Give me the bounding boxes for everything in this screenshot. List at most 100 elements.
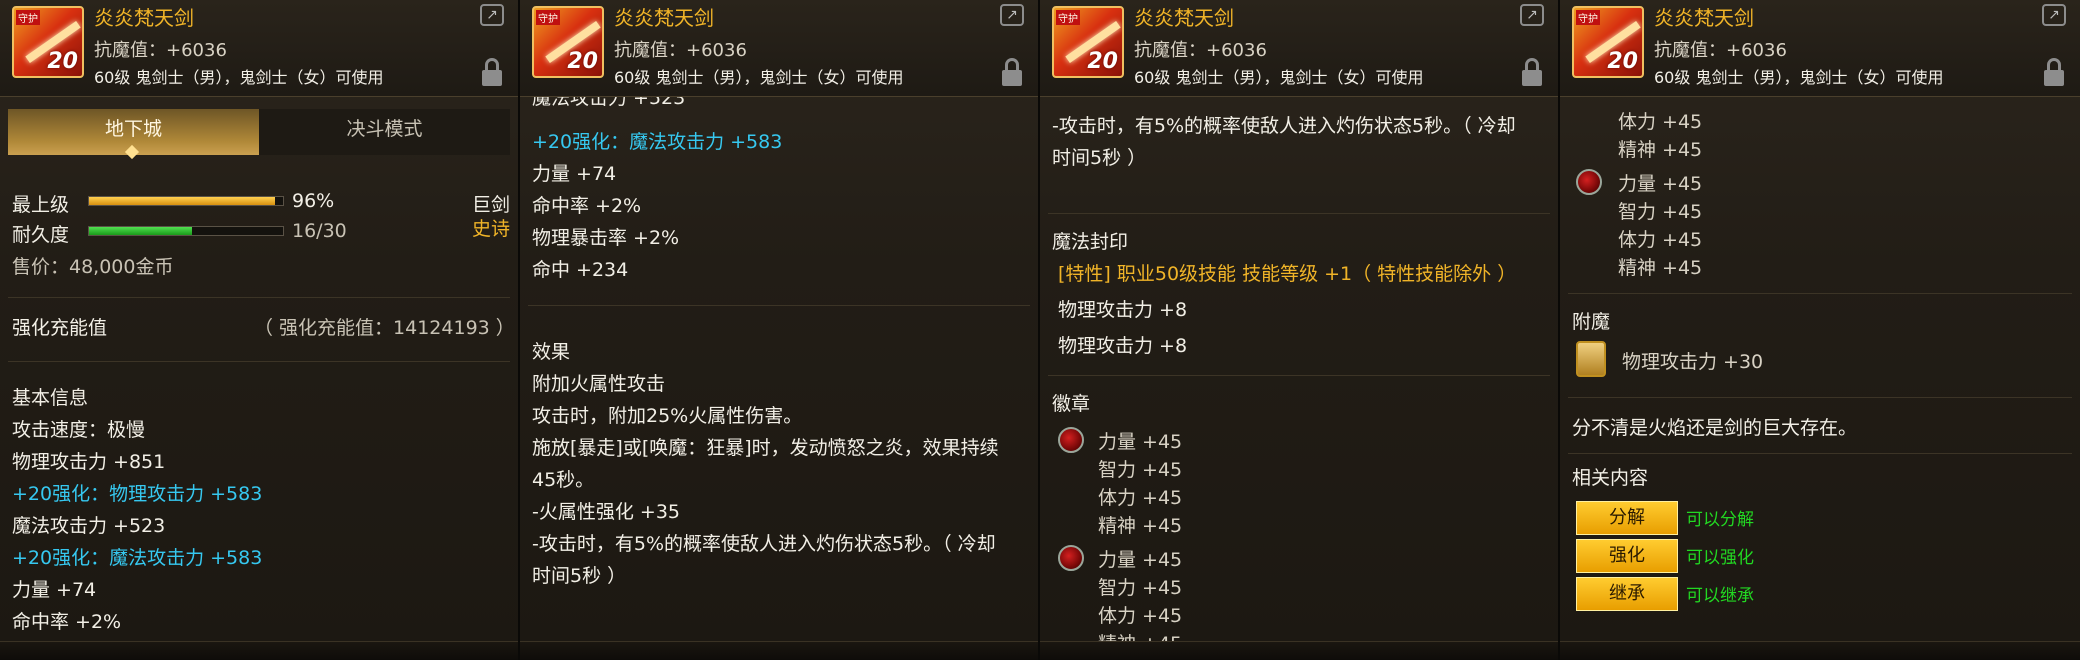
job-restriction: 60级 鬼剑士（男），鬼剑士（女）可使用 — [1654, 68, 1944, 87]
hit: 命中 +234 — [532, 259, 629, 281]
effect-line: 施放[暴走]或[唤魔：狂暴]时，发动愤怒之炎，效果持续 — [532, 437, 999, 459]
charge-value: （ 强化充能值：14124193 ） — [254, 317, 515, 339]
lock-icon[interactable] — [1002, 58, 1022, 86]
icon-tag: 守护 — [16, 10, 40, 25]
effect-title: 效果 — [532, 341, 571, 363]
emblem-stat: 体力 +45 — [1618, 229, 1703, 251]
emblem-stat: 精神 +45 — [1098, 629, 1182, 642]
hit-rate: 命中率 +2% — [12, 611, 122, 633]
enchant-title: 附魔 — [1572, 311, 1611, 333]
basic-info-title: 基本信息 — [12, 387, 89, 409]
emblem-stat: 体力 +45 — [1618, 111, 1703, 133]
inherit-button[interactable]: 继承 — [1576, 577, 1678, 611]
item-header: 守护 20 炎炎梵天剑 抗魔值：+6036 60级 鬼剑士（男），鬼剑士（女）可… — [1560, 0, 2080, 97]
item-header: 守护 20 炎炎梵天剑 抗魔值：+6036 60级 鬼剑士（男），鬼剑士（女）可… — [0, 0, 518, 97]
share-icon[interactable]: ↗ — [2042, 4, 2066, 26]
mag-atk-enhance: +20强化：魔法攻击力 +583 — [532, 131, 783, 153]
grade-label: 最上级 — [12, 194, 70, 216]
tab-duel[interactable]: 决斗模式 — [259, 109, 510, 155]
mode-tabs: 地下城 决斗模式 — [8, 109, 510, 160]
seal-title: 魔法封印 — [1052, 231, 1129, 253]
phys-atk: 物理攻击力 +851 — [12, 451, 166, 473]
effect-line: -攻击时，有5%的概率使敌人进入灼伤状态5秒。（ 冷却 — [1052, 115, 1516, 137]
effect-line: 时间5秒 ） — [532, 565, 627, 587]
enhance-level-badge: 20 — [567, 49, 598, 74]
item-icon: 守护 20 — [1052, 6, 1124, 78]
share-icon[interactable]: ↗ — [1000, 4, 1024, 26]
emblem-stat: 智力 +45 — [1618, 201, 1703, 223]
enhance-level-badge: 20 — [47, 49, 78, 74]
job-restriction: 60级 鬼剑士（男），鬼剑士（女）可使用 — [614, 68, 904, 87]
action-desc: 可以强化 — [1686, 548, 1754, 568]
emblem-stat: 智力 +45 — [1098, 577, 1183, 599]
icon-tag: 守护 — [536, 10, 560, 25]
sell-price: 售价：48,000金币 — [12, 256, 174, 278]
action-desc: 可以继承 — [1686, 586, 1754, 606]
divider — [528, 305, 1030, 306]
disassemble-button[interactable]: 分解 — [1576, 501, 1678, 535]
item-name: 炎炎梵天剑 — [614, 6, 714, 30]
divider — [1048, 375, 1550, 376]
seal-stat: 物理攻击力 +8 — [1058, 335, 1188, 357]
emblem-stat: 力量 +45 — [1098, 431, 1183, 453]
enchant-card-icon — [1576, 341, 1606, 377]
anti-magic-value: 抗魔值：+6036 — [94, 40, 227, 61]
action-desc: 可以分解 — [1686, 510, 1754, 530]
emblem-stat: 体力 +45 — [1098, 487, 1183, 509]
job-restriction: 60级 鬼剑士（男），鬼剑士（女）可使用 — [1134, 68, 1424, 87]
divider — [1568, 453, 2072, 454]
tooltip-panel-1: 守护 20 炎炎梵天剑 抗魔值：+6036 60级 鬼剑士（男），鬼剑士（女）可… — [0, 0, 520, 660]
divider — [8, 297, 510, 298]
grade-value: 96% — [292, 190, 335, 212]
lock-icon[interactable] — [1522, 58, 1542, 86]
divider — [1568, 293, 2072, 294]
attack-speed: 攻击速度：极慢 — [12, 419, 146, 441]
tooltip-content: -攻击时，有5%的概率使敌人进入灼伤状态5秒。（ 冷却 时间5秒 ） 魔法封印 … — [1040, 97, 1558, 642]
tooltip-content: 地下城 决斗模式 最上级 96% 巨剑 耐久度 16/30 史诗 售价：48,0… — [0, 97, 518, 642]
active-tab-indicator — [124, 144, 140, 160]
flavor-text: 分不清是火焰还是剑的巨大存在。 — [1572, 417, 1858, 439]
lock-icon[interactable] — [482, 58, 502, 86]
share-icon[interactable]: ↗ — [1520, 4, 1544, 26]
tooltip-panel-4: 守护 20 炎炎梵天剑 抗魔值：+6036 60级 鬼剑士（男），鬼剑士（女）可… — [1560, 0, 2080, 660]
tooltip-content: 魔法攻击力 +523 +20强化：魔法攻击力 +583 力量 +74 命中率 +… — [520, 97, 1038, 642]
phys-atk-enhance: +20强化：物理攻击力 +583 — [12, 483, 263, 505]
seal-trait: [特性] 职业50级技能 技能等级 +1（ 特性技能除外 ） — [1058, 263, 1517, 285]
charge-label: 强化充能值 — [12, 317, 108, 339]
red-emblem-icon — [1058, 545, 1084, 571]
effect-line: 攻击时，附加25%火属性伤害。 — [532, 405, 803, 427]
durability-value: 16/30 — [292, 220, 347, 242]
job-restriction: 60级 鬼剑士（男），鬼剑士（女）可使用 — [94, 68, 384, 87]
item-icon: 守护 20 — [12, 6, 84, 78]
effect-line: 45秒。 — [532, 469, 595, 491]
enhance-button[interactable]: 强化 — [1576, 539, 1678, 573]
anti-magic-value: 抗魔值：+6036 — [1134, 40, 1267, 61]
item-name: 炎炎梵天剑 — [94, 6, 194, 30]
divider — [1048, 213, 1550, 214]
emblem-stat: 智力 +45 — [1098, 459, 1183, 481]
item-header: 守护 20 炎炎梵天剑 抗魔值：+6036 60级 鬼剑士（男），鬼剑士（女）可… — [520, 0, 1038, 97]
divider — [8, 361, 510, 362]
emblem-stat: 精神 +45 — [1098, 515, 1183, 537]
tooltip-panel-3: 守护 20 炎炎梵天剑 抗魔值：+6036 60级 鬼剑士（男），鬼剑士（女）可… — [1040, 0, 1560, 660]
share-icon[interactable]: ↗ — [480, 4, 504, 26]
weapon-type: 巨剑 — [472, 194, 511, 216]
rarity: 史诗 — [472, 218, 511, 240]
phys-crit: 物理暴击率 +2% — [532, 227, 680, 249]
icon-tag: 守护 — [1576, 10, 1600, 25]
item-header: 守护 20 炎炎梵天剑 抗魔值：+6036 60级 鬼剑士（男），鬼剑士（女）可… — [1040, 0, 1558, 97]
divider — [1568, 397, 2072, 398]
anti-magic-value: 抗魔值：+6036 — [1654, 40, 1787, 61]
tab-dungeon[interactable]: 地下城 — [8, 109, 259, 160]
enhance-level-badge: 20 — [1607, 49, 1638, 74]
effect-line: 时间5秒 ） — [1052, 147, 1147, 169]
emblem-stat: 精神 +45 — [1618, 257, 1703, 279]
tab-duel-label: 决斗模式 — [346, 118, 423, 140]
lock-icon[interactable] — [2044, 58, 2064, 86]
item-name: 炎炎梵天剑 — [1654, 6, 1754, 30]
tooltip-content: 体力 +45 精神 +45 力量 +45 智力 +45 体力 +45 精神 +4… — [1560, 97, 2080, 642]
effect-line: -火属性强化 +35 — [532, 501, 680, 523]
durability-bar — [88, 226, 284, 236]
anti-magic-value: 抗魔值：+6036 — [614, 40, 747, 61]
tooltip-panel-2: 守护 20 炎炎梵天剑 抗魔值：+6036 60级 鬼剑士（男），鬼剑士（女）可… — [520, 0, 1040, 660]
